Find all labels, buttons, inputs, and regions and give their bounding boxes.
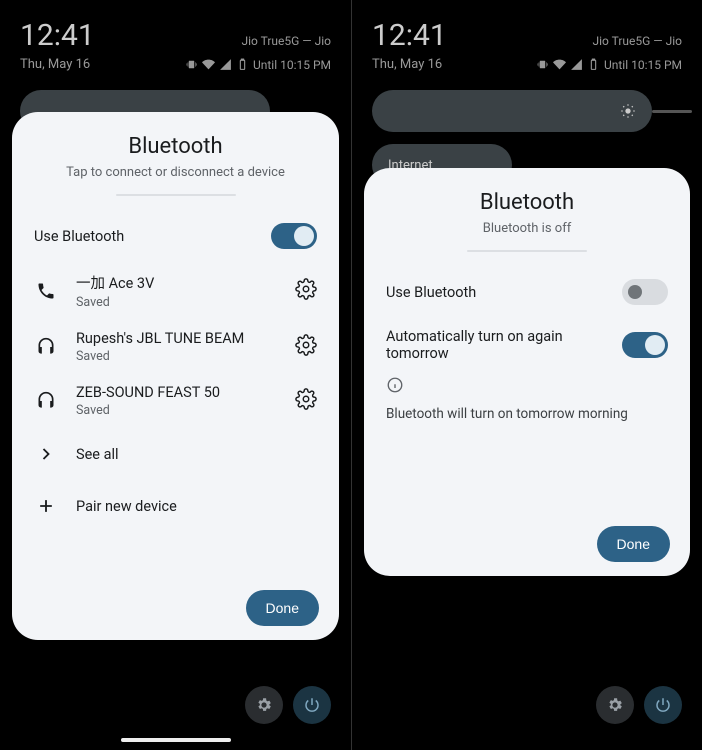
auto-on-toggle[interactable] [622, 332, 668, 358]
power-icon [654, 696, 672, 714]
wifi-icon [202, 58, 215, 71]
chevron-right-icon [34, 444, 58, 464]
clock: 12:41 [20, 18, 95, 53]
brightness-slider[interactable] [372, 90, 652, 132]
info-text: Bluetooth will turn on tomorrow morning [364, 406, 690, 422]
info-icon [386, 376, 404, 394]
sheet-title: Bluetooth [12, 134, 339, 159]
gear-icon [295, 388, 317, 410]
use-bluetooth-row[interactable]: Use Bluetooth [12, 210, 339, 262]
device-row[interactable]: 一加 Ace 3V Saved [12, 262, 339, 320]
device-row[interactable]: Rupesh's JBL TUNE BEAM Saved [12, 320, 339, 374]
headphones-icon [34, 391, 58, 411]
done-button[interactable]: Done [246, 590, 319, 626]
bottom-controls [245, 686, 331, 724]
done-button[interactable]: Done [597, 526, 670, 562]
headphones-icon [34, 337, 58, 357]
alarm-text: Until 10:15 PM [604, 58, 682, 72]
power-button[interactable] [293, 686, 331, 724]
device-name: ZEB-SOUND FEAST 50 [76, 384, 295, 401]
device-status: Saved [76, 403, 295, 418]
phone-left: 12:41 Jio True5G — Jio Thu, May 16 Until… [0, 0, 351, 750]
device-status: Saved [76, 349, 295, 364]
date: Thu, May 16 [372, 57, 442, 72]
device-name: Rupesh's JBL TUNE BEAM [76, 330, 295, 347]
use-bluetooth-toggle[interactable] [271, 223, 317, 249]
use-bluetooth-label: Use Bluetooth [386, 284, 622, 301]
bluetooth-sheet: Bluetooth Bluetooth is off Use Bluetooth… [364, 168, 690, 576]
use-bluetooth-toggle[interactable] [622, 279, 668, 305]
sheet-title: Bluetooth [364, 190, 690, 215]
gear-icon [606, 696, 624, 714]
auto-on-row[interactable]: Automatically turn on again tomorrow [364, 318, 690, 372]
brightness-icon [620, 103, 636, 119]
vibrate-icon [185, 58, 198, 71]
settings-button[interactable] [245, 686, 283, 724]
status-icons: Until 10:15 PM [185, 58, 331, 72]
sheet-subtitle: Tap to connect or disconnect a device [12, 165, 339, 180]
bottom-controls [596, 686, 682, 724]
power-icon [303, 696, 321, 714]
gear-icon [295, 334, 317, 356]
vibrate-icon [536, 58, 549, 71]
device-settings-button[interactable] [295, 334, 317, 360]
signal-icon [219, 58, 232, 71]
battery-icon [587, 58, 600, 71]
alarm-text: Until 10:15 PM [253, 58, 331, 72]
phone-icon [34, 281, 58, 301]
use-bluetooth-label: Use Bluetooth [34, 228, 271, 245]
separator [116, 194, 236, 196]
signal-icon [570, 58, 583, 71]
device-status: Saved [76, 295, 295, 310]
status-bar: 12:41 Jio True5G — Jio Thu, May 16 Until… [0, 0, 351, 76]
auto-on-label: Automatically turn on again tomorrow [386, 328, 586, 362]
carrier: Jio True5G — Jio [592, 34, 682, 48]
status-icons: Until 10:15 PM [536, 58, 682, 72]
gear-icon [295, 278, 317, 300]
sheet-subtitle: Bluetooth is off [364, 221, 690, 236]
brightness-track[interactable] [652, 110, 692, 113]
pair-new-device-row[interactable]: Pair new device [12, 480, 339, 532]
device-name: 一加 Ace 3V [76, 272, 295, 293]
device-settings-button[interactable] [295, 278, 317, 304]
see-all-label: See all [76, 446, 317, 463]
carrier: Jio True5G — Jio [241, 34, 331, 48]
clock: 12:41 [372, 18, 447, 53]
wifi-icon [553, 58, 566, 71]
see-all-row[interactable]: See all [12, 428, 339, 480]
pair-new-label: Pair new device [76, 498, 317, 515]
separator [467, 250, 587, 252]
info-icon-row [364, 372, 690, 406]
settings-button[interactable] [596, 686, 634, 724]
plus-icon [34, 496, 58, 516]
nav-bar[interactable] [121, 738, 231, 742]
device-settings-button[interactable] [295, 388, 317, 414]
status-bar: 12:41 Jio True5G — Jio Thu, May 16 Until… [352, 0, 702, 76]
date: Thu, May 16 [20, 57, 90, 72]
power-button[interactable] [644, 686, 682, 724]
phone-right: 12:41 Jio True5G — Jio Thu, May 16 Until… [351, 0, 702, 750]
use-bluetooth-row[interactable]: Use Bluetooth [364, 266, 690, 318]
device-row[interactable]: ZEB-SOUND FEAST 50 Saved [12, 374, 339, 428]
gear-icon [255, 696, 273, 714]
bluetooth-sheet: Bluetooth Tap to connect or disconnect a… [12, 112, 339, 640]
battery-icon [236, 58, 249, 71]
